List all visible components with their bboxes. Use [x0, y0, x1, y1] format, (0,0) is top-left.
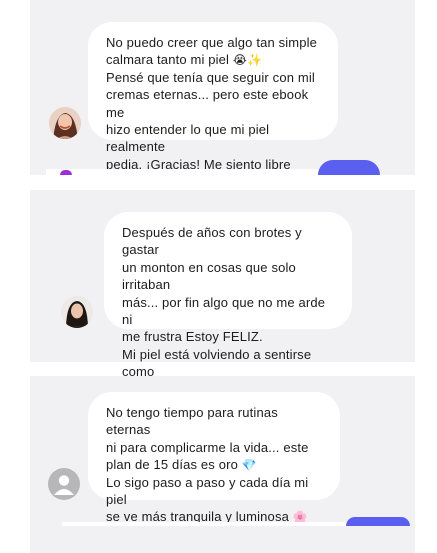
send-button-3[interactable]: [346, 517, 410, 526]
avatar-1: [49, 107, 81, 139]
crying-emoji-icon: 😭: [232, 53, 248, 68]
attachment-dot-1: [60, 170, 72, 175]
message-text-1: No puedo creer que algo tan simple calma…: [106, 35, 318, 68]
send-button-1[interactable]: [318, 160, 380, 175]
message-text-3: No tengo tiempo para rutinas eternas ni …: [106, 405, 309, 473]
message-bubble-1: No puedo creer que algo tan simple calma…: [88, 22, 338, 172]
default-user-icon: [48, 468, 80, 500]
input-bar-1: [46, 169, 320, 175]
message-bubble-3: No tengo tiempo para rutinas eternas ni …: [88, 392, 340, 523]
message-text-3b: Lo sigo paso a paso y cada día mi piel s…: [106, 474, 309, 525]
sparkles-emoji-icon: ✨: [247, 53, 263, 68]
message-bubble-2: Después de años con brotes y gastar un m…: [104, 212, 352, 397]
avatar-2: [61, 296, 93, 328]
message-text-1b: Pensé que tenía que seguir con mil crema…: [106, 69, 315, 172]
message-text-2: Después de años con brotes y gastar un m…: [122, 225, 326, 397]
input-bar-3: [62, 522, 347, 526]
gem-emoji-icon: 💎: [241, 458, 257, 473]
